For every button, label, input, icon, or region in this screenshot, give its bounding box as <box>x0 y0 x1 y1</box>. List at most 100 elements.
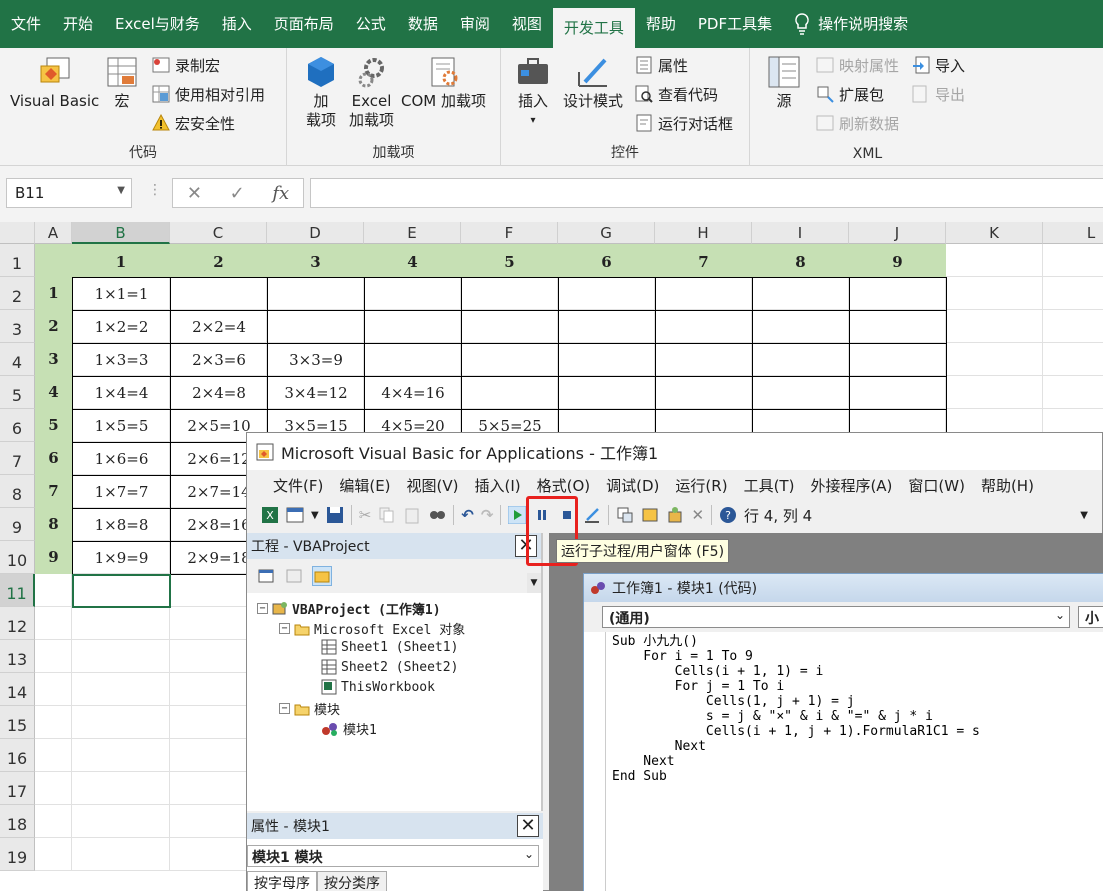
menu-addins[interactable]: 外接程序(A) <box>802 475 900 496</box>
view-object-icon[interactable] <box>285 567 303 585</box>
table-cell[interactable] <box>364 277 462 311</box>
tab-data[interactable]: 数据 <box>397 0 449 48</box>
row-header[interactable]: 17 <box>0 772 35 805</box>
close-icon[interactable]: ✕ <box>517 815 539 837</box>
table-cell[interactable] <box>558 343 656 377</box>
grid-cell[interactable] <box>72 838 170 871</box>
tab-view[interactable]: 视图 <box>501 0 553 48</box>
visual-basic-button[interactable]: Visual Basic <box>10 54 99 111</box>
code-line[interactable]: End Sub <box>612 769 980 784</box>
grid-cell[interactable] <box>1043 343 1103 376</box>
row-header[interactable]: 16 <box>0 739 35 772</box>
code-line[interactable]: Sub 小九九() <box>612 634 980 649</box>
grid-cell[interactable] <box>946 343 1043 376</box>
properties-button[interactable]: 属性 <box>635 53 688 77</box>
row-header[interactable]: 2 <box>0 277 35 310</box>
row-header[interactable]: 19 <box>0 838 35 871</box>
header-number-cell[interactable]: 6 <box>35 442 72 475</box>
grid-cell[interactable] <box>35 706 72 739</box>
xml-import-button[interactable]: 导入 <box>912 53 965 77</box>
row-header[interactable]: 10 <box>0 541 35 574</box>
row-header[interactable]: 13 <box>0 640 35 673</box>
row-header[interactable]: 3 <box>0 310 35 343</box>
cancel-icon[interactable]: ✕ <box>187 183 202 204</box>
tree-node-excel-objects[interactable]: − Microsoft Excel 对象 <box>279 619 465 638</box>
table-cell[interactable] <box>461 277 559 311</box>
name-box[interactable]: B11 ▼ <box>6 178 132 208</box>
collapse-icon[interactable]: − <box>279 623 290 634</box>
column-header[interactable]: L <box>1043 222 1103 244</box>
menu-format[interactable]: 格式(O) <box>529 475 599 496</box>
grid-cell[interactable] <box>35 739 72 772</box>
header-number-cell[interactable]: 7 <box>655 244 752 277</box>
record-macro-button[interactable]: 录制宏 <box>152 53 220 77</box>
table-cell[interactable] <box>364 343 462 377</box>
collapse-icon[interactable]: − <box>279 703 290 714</box>
table-cell[interactable]: 3×4=12 <box>267 376 365 410</box>
macro-security-button[interactable]: 宏安全性 <box>152 111 235 135</box>
row-header[interactable]: 8 <box>0 475 35 508</box>
header-number-cell[interactable]: 6 <box>558 244 655 277</box>
column-header[interactable]: I <box>752 222 849 244</box>
table-cell[interactable] <box>849 376 947 410</box>
code-line[interactable]: s = j & "×" & i & "=" & j * i <box>612 709 980 724</box>
table-cell[interactable]: 2×4=8 <box>170 376 268 410</box>
column-header[interactable]: K <box>946 222 1043 244</box>
grid-cell[interactable] <box>72 706 170 739</box>
grid-cell[interactable] <box>35 574 72 607</box>
tab-help[interactable]: 帮助 <box>635 0 687 48</box>
column-header[interactable]: D <box>267 222 364 244</box>
object-combo[interactable]: (通用) ⌄ <box>602 606 1070 628</box>
relative-reference-button[interactable]: 使用相对引用 <box>152 82 265 106</box>
grid-cell[interactable] <box>35 805 72 838</box>
grid-cell[interactable] <box>946 310 1043 343</box>
grid-cell[interactable] <box>72 640 170 673</box>
tab-excel-finance[interactable]: Excel与财务 <box>104 0 211 48</box>
tab-review[interactable]: 审阅 <box>449 0 501 48</box>
table-cell[interactable] <box>752 277 850 311</box>
excel-addins-button[interactable]: Excel 加载项 <box>349 54 394 130</box>
code-line[interactable]: Next <box>612 754 980 769</box>
column-header[interactable]: B <box>72 222 170 244</box>
code-editor[interactable]: Sub 小九九() For i = 1 To 9 Cells(i + 1, 1)… <box>612 634 980 784</box>
table-cell[interactable] <box>461 376 559 410</box>
table-cell[interactable]: 1×3=3 <box>72 343 171 377</box>
column-header[interactable]: G <box>558 222 655 244</box>
code-line[interactable]: Next <box>612 739 980 754</box>
code-line[interactable]: For j = 1 To i <box>612 679 980 694</box>
table-cell[interactable] <box>849 277 947 311</box>
code-window[interactable]: 工作簿1 - 模块1 (代码) (通用) ⌄ 小九 Sub 小九九() For … <box>583 573 1103 891</box>
tab-insert[interactable]: 插入 <box>211 0 263 48</box>
column-header[interactable]: E <box>364 222 461 244</box>
grid-cell[interactable] <box>35 838 72 871</box>
properties-window-icon[interactable] <box>641 506 659 524</box>
grid-cell[interactable] <box>1043 277 1103 310</box>
code-line[interactable]: Cells(1, j + 1) = j <box>612 694 980 709</box>
table-cell[interactable]: 3×3=9 <box>267 343 365 377</box>
insert-dropdown-arrow-icon[interactable]: ▼ <box>311 510 319 521</box>
map-properties-button[interactable]: 映射属性 <box>816 53 899 77</box>
tree-node-vbaproject[interactable]: − VBAProject (工作簿1) <box>257 599 441 618</box>
help-icon[interactable]: ? <box>719 506 737 524</box>
macros-button[interactable]: 宏 <box>104 54 140 111</box>
enter-icon[interactable]: ✓ <box>230 183 245 204</box>
run-dialog-button[interactable]: 运行对话框 <box>635 111 733 135</box>
header-number-cell[interactable]: 9 <box>849 244 946 277</box>
xml-source-button[interactable]: 源 <box>766 54 802 111</box>
table-cell[interactable] <box>849 310 947 344</box>
splitter-dots-icon[interactable]: ⋮ <box>148 182 162 198</box>
table-cell[interactable] <box>558 277 656 311</box>
table-cell[interactable]: 1×6=6 <box>72 442 171 476</box>
row-header[interactable]: 14 <box>0 673 35 706</box>
refresh-data-button[interactable]: 刷新数据 <box>816 111 899 135</box>
row-header[interactable]: 5 <box>0 376 35 409</box>
column-header[interactable]: F <box>461 222 558 244</box>
menu-window[interactable]: 窗口(W) <box>900 475 973 496</box>
row-header[interactable]: 1 <box>0 244 35 277</box>
table-cell[interactable]: 2×2=4 <box>170 310 268 344</box>
header-number-cell[interactable]: 3 <box>35 343 72 376</box>
view-excel-icon[interactable]: X <box>261 506 279 524</box>
row-header[interactable]: 4 <box>0 343 35 376</box>
tab-page-layout[interactable]: 页面布局 <box>263 0 345 48</box>
grid-cell[interactable] <box>72 772 170 805</box>
